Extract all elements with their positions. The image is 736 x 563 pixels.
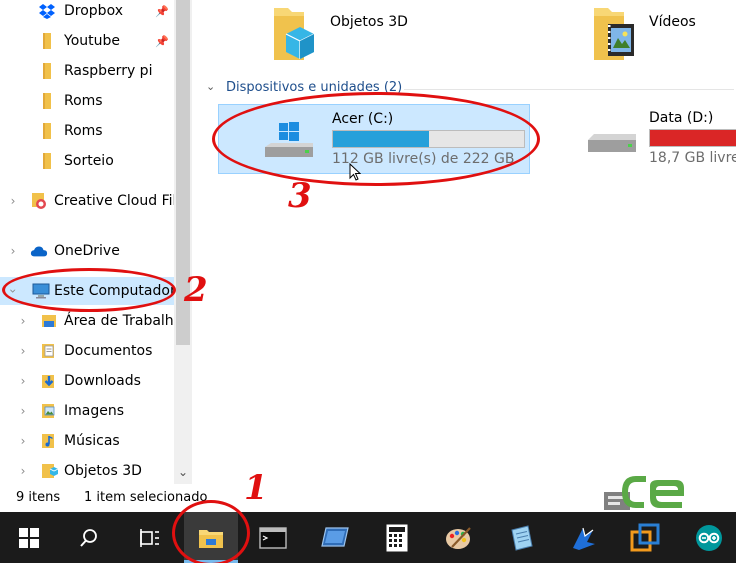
objects3d-icon bbox=[40, 462, 58, 480]
folder-icon bbox=[38, 62, 56, 80]
annotation-number-2: 2 bbox=[184, 270, 208, 310]
file-explorer-window: Dropbox 📌 Youtube 📌 Raspberry pi Roms Ro… bbox=[0, 0, 736, 563]
nav-item-raspberry-pi[interactable]: Raspberry pi bbox=[0, 57, 174, 85]
folder-icon bbox=[38, 152, 56, 170]
nav-item-imagens[interactable]: › Imagens bbox=[0, 397, 174, 425]
search-icon[interactable] bbox=[62, 512, 116, 563]
nav-item-label: Roms bbox=[64, 93, 103, 109]
folder-tile-objetos-3d[interactable]: Objetos 3D bbox=[270, 0, 470, 70]
nav-item-objetos-3d[interactable]: › Objetos 3D bbox=[0, 457, 174, 484]
nav-item-creative-cloud[interactable]: › Creative Cloud Files bbox=[0, 187, 174, 215]
pin-icon: 📌 bbox=[155, 4, 169, 18]
nav-item-label: OneDrive bbox=[54, 243, 120, 259]
folder-icon bbox=[38, 32, 56, 50]
chevron-right-icon[interactable]: › bbox=[16, 464, 30, 478]
chevron-right-icon[interactable]: › bbox=[16, 374, 30, 388]
nav-item-musicas[interactable]: › Músicas bbox=[0, 427, 174, 455]
drive-usage-bar bbox=[649, 129, 736, 147]
annotation-ellipse-1 bbox=[172, 500, 250, 563]
nav-item-roms-2[interactable]: Roms bbox=[0, 117, 174, 145]
annotation-ellipse-2 bbox=[2, 268, 176, 312]
status-selected: 1 item selecionado bbox=[84, 490, 208, 505]
chevron-right-icon[interactable]: › bbox=[16, 314, 30, 328]
folder-icon bbox=[38, 92, 56, 110]
chevron-right-icon[interactable]: › bbox=[6, 194, 20, 208]
notepad-icon[interactable] bbox=[494, 512, 548, 563]
onedrive-icon bbox=[30, 242, 48, 260]
nav-item-label: Youtube bbox=[64, 33, 120, 49]
nav-item-label: Objetos 3D bbox=[64, 463, 142, 479]
nav-item-downloads[interactable]: › Downloads bbox=[0, 367, 174, 395]
folder-label: Objetos 3D bbox=[330, 14, 408, 30]
remote-desktop-icon[interactable] bbox=[308, 512, 362, 563]
windows-start-icon[interactable] bbox=[2, 512, 56, 563]
nav-item-label: Documentos bbox=[64, 343, 153, 359]
terminal-icon[interactable] bbox=[246, 512, 300, 563]
pictures-icon bbox=[40, 402, 58, 420]
paint-icon[interactable] bbox=[432, 512, 486, 563]
nav-item-documentos[interactable]: › Documentos bbox=[0, 337, 174, 365]
nav-item-label: Imagens bbox=[64, 403, 125, 419]
nav-item-onedrive[interactable]: › OneDrive bbox=[0, 237, 174, 265]
content-pane: Objetos 3D Vídeos ⌄ Dispositivos e unida… bbox=[192, 0, 736, 484]
nav-item-label: Dropbox bbox=[64, 3, 123, 19]
nav-item-label: Músicas bbox=[64, 433, 120, 449]
chevron-right-icon[interactable]: › bbox=[6, 244, 20, 258]
nav-item-label: Raspberry pi bbox=[64, 63, 153, 79]
drive-tile-d[interactable]: Data (D:) 18,7 GB livre(s) de ... bbox=[578, 104, 736, 174]
group-divider bbox=[404, 89, 734, 90]
downloads-icon bbox=[40, 372, 58, 390]
pin-icon: 📌 bbox=[155, 34, 169, 48]
desktop-icon bbox=[40, 312, 58, 330]
drive-free-space: 18,7 GB livre(s) de ... bbox=[649, 150, 736, 166]
task-view-icon[interactable] bbox=[122, 512, 176, 563]
documents-icon bbox=[40, 342, 58, 360]
folder-icon bbox=[38, 122, 56, 140]
nav-scrollbar[interactable]: ⌄ bbox=[174, 0, 192, 484]
nav-item-roms[interactable]: Roms bbox=[0, 87, 174, 115]
videos-icon bbox=[590, 6, 638, 60]
folder-tile-videos[interactable]: Vídeos bbox=[590, 0, 736, 70]
folder-label: Vídeos bbox=[649, 14, 696, 30]
nav-item-label: Área de Trabalho bbox=[64, 313, 174, 329]
calculator-icon[interactable] bbox=[370, 512, 424, 563]
drive-icon bbox=[586, 126, 636, 174]
nav-item-sorteio[interactable]: Sorteio bbox=[0, 147, 174, 175]
nav-item-youtube[interactable]: Youtube 📌 bbox=[0, 27, 174, 55]
nav-item-label: Roms bbox=[64, 123, 103, 139]
chevron-down-icon[interactable]: ⌄ bbox=[174, 464, 192, 480]
chevron-right-icon[interactable]: › bbox=[16, 434, 30, 448]
navigation-pane: Dropbox 📌 Youtube 📌 Raspberry pi Roms Ro… bbox=[0, 0, 174, 484]
annotation-number-3: 3 bbox=[288, 176, 312, 216]
annotation-ellipse-3 bbox=[212, 92, 540, 186]
annotation-number-1: 1 bbox=[244, 468, 268, 508]
chevron-down-icon[interactable]: ⌄ bbox=[206, 80, 215, 93]
nav-item-label: Creative Cloud Files bbox=[54, 193, 174, 209]
creative-cloud-icon bbox=[30, 192, 48, 210]
drive-usage-fill bbox=[650, 130, 736, 146]
dropbox-icon bbox=[38, 2, 56, 20]
status-item-count: 9 itens bbox=[16, 490, 61, 505]
chevron-right-icon[interactable]: › bbox=[16, 404, 30, 418]
music-icon bbox=[40, 432, 58, 450]
objects3d-icon bbox=[270, 6, 318, 60]
chevron-right-icon[interactable]: › bbox=[16, 344, 30, 358]
nav-item-dropbox[interactable]: Dropbox 📌 bbox=[0, 0, 174, 25]
nav-item-label: Downloads bbox=[64, 373, 141, 389]
nav-item-label: Sorteio bbox=[64, 153, 114, 169]
watermark-logo bbox=[600, 462, 710, 522]
drive-label: Data (D:) bbox=[649, 110, 714, 126]
